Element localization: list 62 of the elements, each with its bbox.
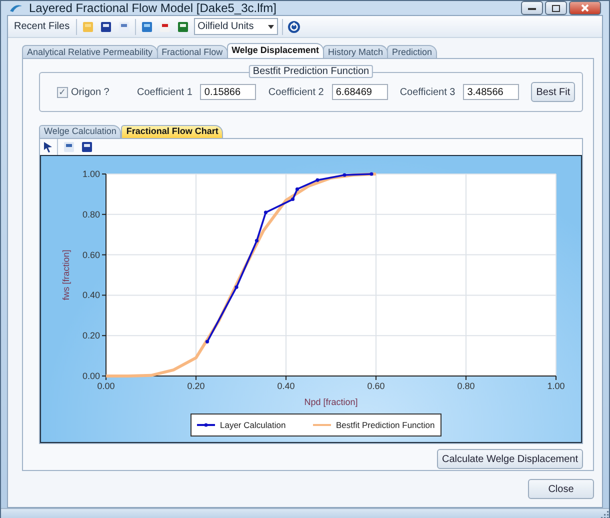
data-point (234, 285, 238, 289)
y-tick-label: 0.80 (82, 209, 100, 220)
data-point (370, 172, 374, 176)
legend-label: Layer Calculation (220, 420, 286, 430)
window-title: Layered Fractional Flow Model [Dake5_3c.lfm] (29, 1, 276, 15)
units-dropdown[interactable]: Oilfield Units (194, 18, 278, 35)
x-tick-label: 0.00 (97, 381, 115, 391)
x-axis-title: Npd [fraction] (304, 397, 358, 407)
tab[interactable]: Prediction (386, 45, 438, 58)
coefficient-field[interactable]: 0.15866 (200, 84, 256, 100)
y-tick-label: 0.00 (82, 371, 100, 381)
y-tick-label: 1.00 (82, 169, 100, 179)
x-tick-label: 0.80 (457, 381, 475, 391)
y-tick-label: 0.60 (82, 250, 100, 260)
data-point (254, 238, 259, 242)
data-point (342, 173, 346, 177)
close-button[interactable] (569, 1, 601, 15)
caret-icon (268, 24, 274, 28)
y-tick-label: 0.20 (82, 330, 100, 341)
data-point (205, 340, 210, 344)
best-fit-button[interactable]: Best Fit (531, 82, 576, 102)
minimize-icon (528, 6, 536, 10)
maximize-icon (552, 4, 560, 12)
save-icon[interactable] (98, 20, 113, 34)
origin-checkbox[interactable]: ✓ (57, 86, 68, 98)
pointer-icon[interactable] (43, 141, 53, 153)
close-icon (581, 4, 589, 12)
data-point (290, 197, 295, 202)
app-logo-icon (9, 3, 23, 13)
maximize-button[interactable] (545, 1, 567, 15)
calculate-button[interactable]: Calculate Welge Displacement (437, 449, 583, 469)
legend-swatch (197, 423, 215, 427)
checkbox-label: Origon ? (71, 86, 110, 98)
tab[interactable]: Welge Calculation (39, 125, 122, 138)
x-tick-label: 1.00 (547, 381, 565, 391)
x-tick-label: 0.20 (187, 381, 205, 391)
tab[interactable]: Analytical Relative Permeability (22, 45, 158, 58)
y-tick-label: 0.40 (82, 290, 100, 300)
coefficient-field[interactable]: 3.48566 (463, 84, 520, 100)
save-icon[interactable] (80, 140, 94, 154)
coefficient-label: Coefficient 2 (268, 86, 324, 98)
power-icon[interactable] (286, 20, 301, 34)
minimize-button[interactable] (521, 1, 543, 15)
x-tick-label: 0.40 (277, 381, 295, 391)
dropdown-value: Oilfield Units (198, 21, 254, 32)
y-axis-title: fws [fraction] (61, 250, 71, 300)
recent-files-button[interactable]: Recent Files (12, 18, 72, 36)
tab[interactable]: History Match (322, 45, 388, 58)
tab[interactable]: Fractional Flow (156, 45, 228, 58)
resize-grip-icon (599, 509, 609, 518)
coefficient-label: Coefficient 1 (137, 86, 192, 98)
data-point (264, 210, 268, 214)
x-tick-label: 0.60 (367, 381, 385, 391)
group-title: Bestfit Prediction Function (248, 65, 374, 78)
data-point (295, 187, 300, 191)
data-point (316, 178, 320, 182)
tab[interactable]: Welge Displacement (226, 43, 324, 58)
coefficient-label: Coefficient 3 (400, 86, 456, 98)
legend-label: Bestfit Prediction Function (336, 420, 435, 430)
close-dialog-button[interactable]: Close (528, 479, 594, 499)
coefficient-field[interactable]: 6.68469 (332, 84, 388, 100)
tab[interactable]: Fractional Flow Chart (121, 125, 224, 138)
